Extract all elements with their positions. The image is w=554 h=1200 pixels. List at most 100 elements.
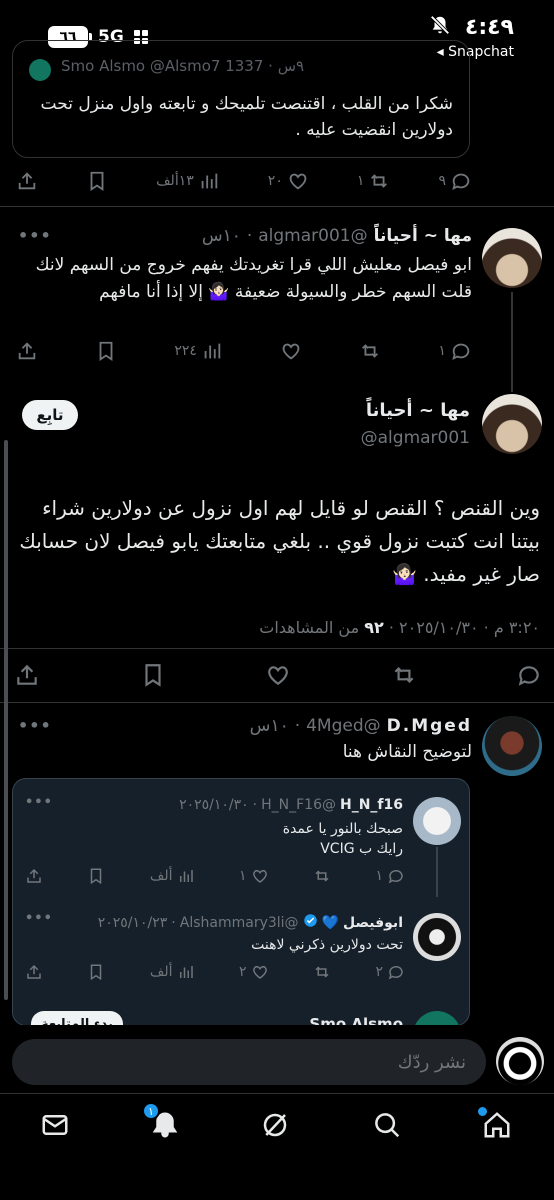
mail-icon [40,1115,70,1144]
main-datetime: ٣:٢٠ م · ٢٠٢٥/١٠/٣٠ · [388,618,540,637]
likes-count: ١ [239,868,247,884]
reply-button[interactable]: ٩ [438,170,472,192]
top-action-bar: ١٣ألف ٢٠ ١ ٩ [16,170,472,192]
embed-t2-action-bar: ألف ٢ ٢ [25,963,405,981]
divider [0,206,554,207]
like-button[interactable]: ١ [239,867,269,885]
quoted-tweet-card[interactable]: Smo Alsmo @Alsmo7 1337 · ٩س شكرا من القل… [12,40,470,158]
reply1-action-bar: ٢٢٤ ١ [16,340,472,362]
embed-t1-name[interactable]: H_N_f16 [340,797,403,813]
scrollbar[interactable] [4,440,8,1000]
views-stat[interactable]: ألف [150,963,195,981]
like-button[interactable] [265,662,291,688]
bookmark-button[interactable] [140,662,166,688]
more-options-icon[interactable]: ••• [18,226,52,245]
reply1-name[interactable]: مها ~ أحياناً [374,226,472,246]
retweets-count: ١ [356,173,365,189]
embed-t2-avatar[interactable] [413,913,461,961]
reply2-avatar[interactable] [482,716,542,776]
my-avatar[interactable] [496,1037,544,1085]
embed-t1-header: H_N_f16 @H_N_F16 · ٢٠٢٥/١٠/٣٠ [179,797,403,813]
retweet-button[interactable] [391,662,417,688]
notifications-badge: ١ [142,1102,160,1120]
more-options-icon[interactable]: ••• [25,911,53,926]
main-views-label: من المشاهدات [259,618,360,637]
embed-t1-handle[interactable]: @H_N_F16 [261,797,336,813]
bookmark-button[interactable] [87,867,105,885]
like-button[interactable]: ٢٠ [268,170,309,192]
reply-input[interactable] [12,1039,486,1085]
share-button[interactable] [16,340,38,362]
reply-button[interactable] [516,662,542,688]
messages-tab[interactable] [40,1110,72,1142]
embed-t2-name[interactable]: ابوفيصل [343,915,403,931]
grok-icon [260,1113,290,1144]
verified-badge-icon [303,913,318,932]
main-avatar[interactable] [482,394,542,454]
quoted-header: Smo Alsmo @Alsmo7 1337 · ٩س [61,57,305,75]
silent-bell-icon [429,14,451,40]
views-count: ألف [149,868,173,884]
retweet-button[interactable] [359,340,381,362]
embedded-thread-card[interactable]: H_N_f16 @H_N_F16 · ٢٠٢٥/١٠/٣٠ ••• صبحك ب… [12,778,470,1026]
follow-button[interactable]: تابِع [22,400,78,430]
bottom-navigation: ١ [0,1093,554,1200]
reply2-header: D.Mged @4Mged · ١٠س [249,716,472,736]
embed-t1-action-bar: ألف ١ ١ [25,867,405,885]
notifications-tab[interactable]: ١ [142,1102,182,1144]
reply-button[interactable]: ١ [375,867,405,885]
embed-t2-header: ابوفيصل 💙 @Alshammary3li · ٢٠٢٥/١٠/٢٣ [97,913,403,932]
embed-t1-text2: رايك ب VCIG [320,841,403,857]
like-button[interactable]: ٢ [239,963,269,981]
views-stat[interactable]: ٢٢٤ [174,340,223,362]
share-button[interactable] [14,662,40,688]
main-name[interactable]: مها ~ أحياناً [366,400,470,421]
divider [0,702,554,703]
bookmark-button[interactable] [95,340,117,362]
embed-t2-handle[interactable]: @Alshammary3li [180,915,299,931]
replies-count: ٩ [438,173,446,189]
reply1-avatar[interactable] [482,228,542,288]
retweet-button[interactable] [313,867,331,885]
embed-t1-avatar[interactable] [413,797,461,845]
share-button[interactable] [16,170,38,192]
search-tab[interactable] [372,1110,404,1142]
more-options-icon[interactable]: ••• [25,795,53,810]
search-icon [372,1113,402,1144]
home-tab[interactable] [478,1107,514,1144]
quoted-avatar [29,59,51,81]
share-button[interactable] [25,963,43,981]
reply2-time: ١٠س [249,716,289,736]
embed-t3-avatar[interactable] [413,1011,461,1025]
main-action-bar [14,662,542,688]
views-stat[interactable]: ألف [150,867,195,885]
retweet-button[interactable]: ١ [357,170,391,192]
grok-tab[interactable] [260,1110,292,1142]
share-button[interactable] [25,867,43,885]
home-icon [482,1112,512,1144]
reply-button[interactable]: ٢ [375,963,405,981]
embed-t1-date: ٢٠٢٥/١٠/٣٠ [179,797,249,813]
bookmark-button[interactable] [87,963,105,981]
reply1-text: ابو فيصل معليش اللي قرا تغريدتك يفهم خرو… [35,255,472,302]
main-handle[interactable]: @algmar001 [361,428,470,448]
likes-count: ٢٠ [267,173,283,189]
embed-follow-button[interactable]: بدء المتابعة [31,1011,123,1025]
replies-count: ١ [438,343,446,359]
likes-count: ٢ [239,964,247,980]
reply2-handle[interactable]: @4Mged [306,716,381,736]
blue-heart-icon: 💙 [321,914,339,931]
retweet-button[interactable] [313,963,331,981]
thread-line [436,847,438,897]
divider [0,648,554,649]
reply1-header: مها ~ أحياناً @algmar001 · ١٠س [201,226,472,246]
more-options-icon[interactable]: ••• [18,716,52,735]
reply-button[interactable]: ١ [438,340,472,362]
views-stat[interactable]: ١٣ألف [156,170,220,192]
like-button[interactable] [280,340,302,362]
bookmark-button[interactable] [86,170,108,192]
reply1-handle[interactable]: @algmar001 [258,226,367,246]
reply2-name[interactable]: D.Mged [387,716,472,736]
bell-icon [150,1112,180,1144]
reply2-text: لتوضيح النقاش هنا [342,742,472,762]
